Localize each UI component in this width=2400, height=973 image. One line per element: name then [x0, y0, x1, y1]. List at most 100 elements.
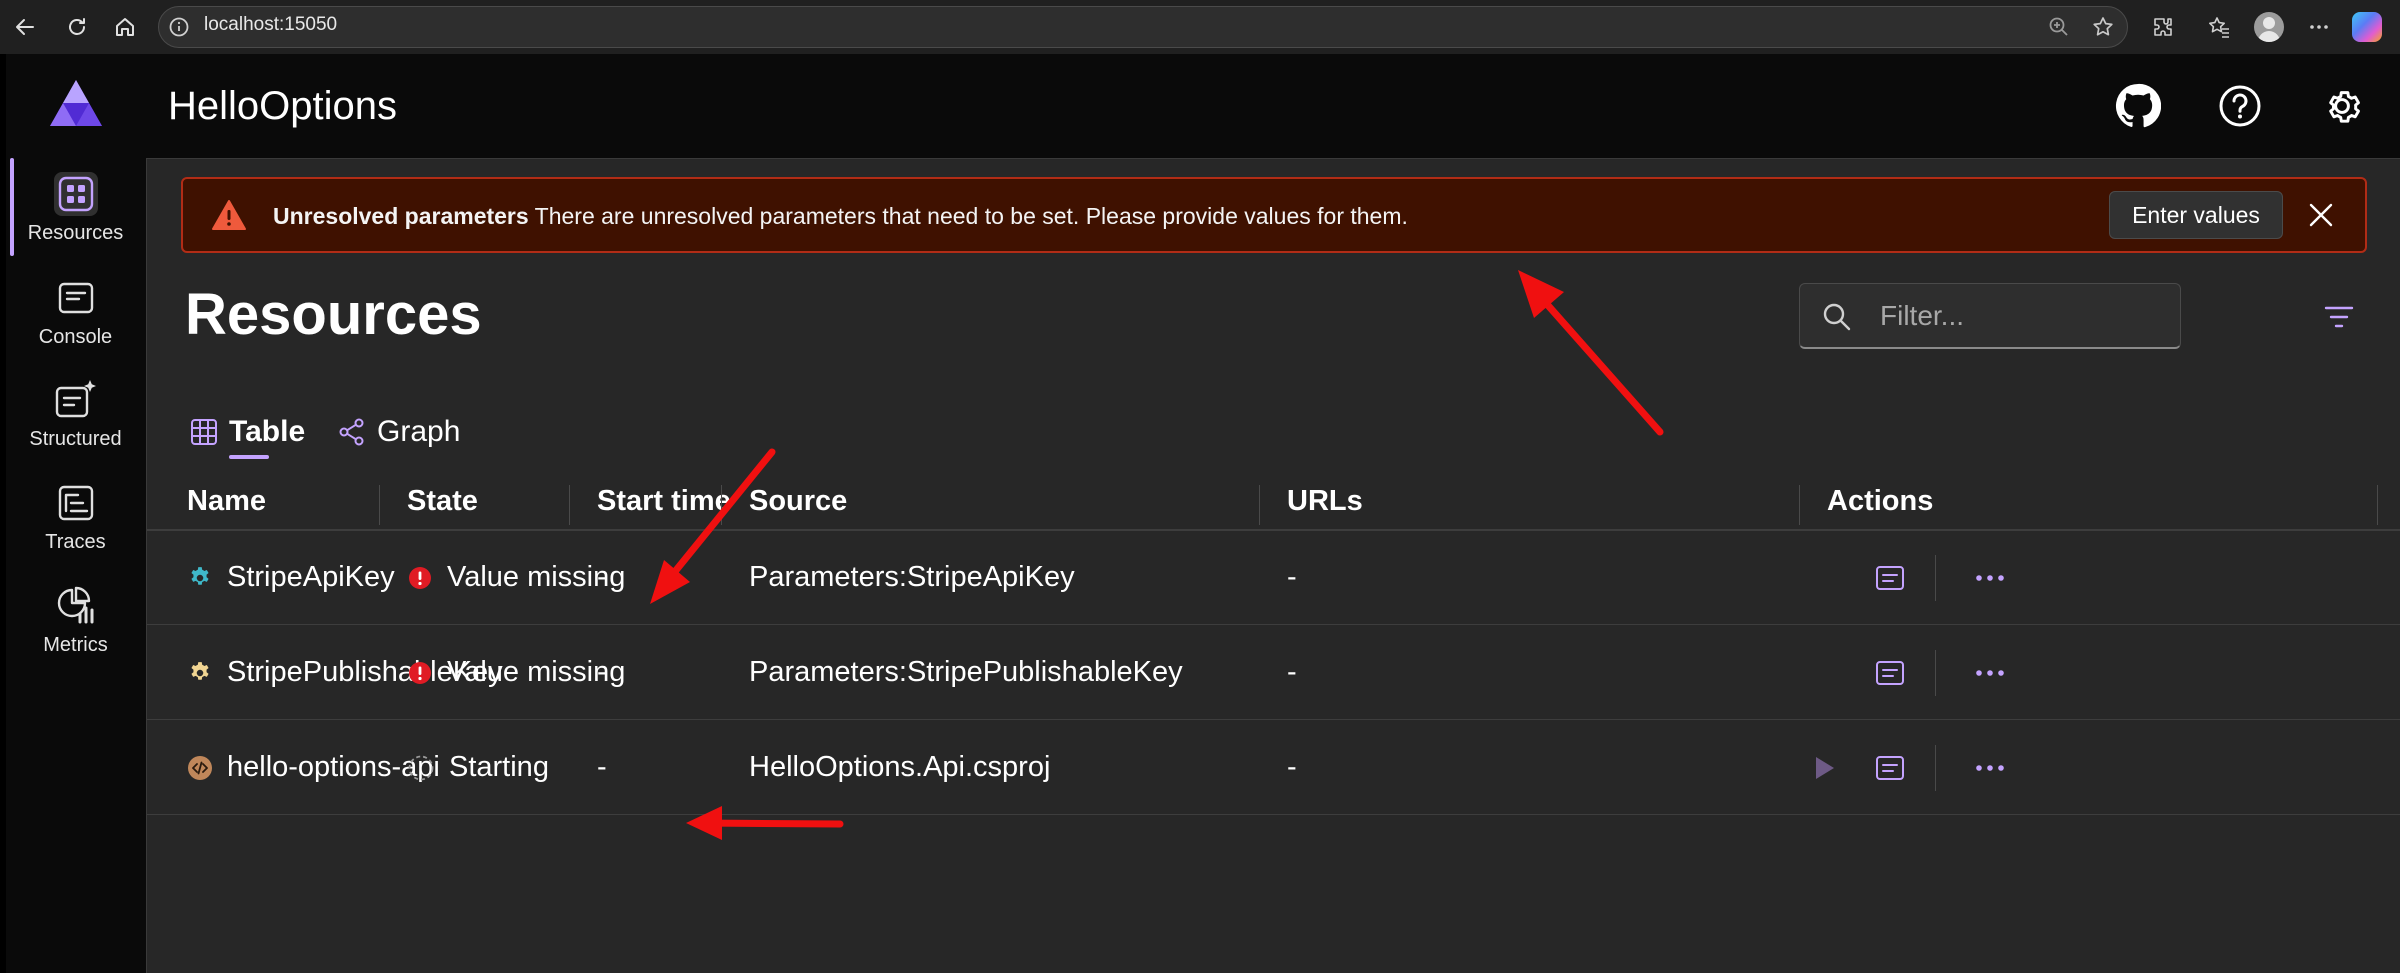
actions-divider — [1935, 555, 1936, 601]
actions-divider — [1935, 650, 1936, 696]
warning-icon — [211, 199, 247, 236]
page-title: Resources — [185, 282, 482, 347]
urls-cell: - — [1287, 561, 1297, 593]
table-row[interactable]: StripePublishableKey Value missing - Par… — [147, 626, 2400, 720]
url-text[interactable]: localhost:15050 — [204, 14, 337, 36]
nav-label: Traces — [45, 531, 106, 553]
nav-label: Console — [38, 326, 113, 348]
banner-title: Unresolved parameters — [273, 203, 529, 229]
column-resize-handle[interactable] — [2377, 485, 2378, 525]
console-icon — [54, 276, 98, 320]
filter-field[interactable] — [1799, 283, 2181, 349]
start-time-cell: - — [597, 561, 607, 593]
copilot-icon[interactable] — [2352, 12, 2382, 42]
search-icon — [1822, 302, 1852, 337]
nav-label: Resources — [27, 222, 124, 244]
filter-options-icon[interactable] — [2321, 299, 2357, 335]
unresolved-parameters-banner: Unresolved parameters There are unresolv… — [181, 177, 2367, 253]
column-resize-handle[interactable] — [721, 485, 722, 525]
console-logs-icon[interactable] — [1873, 751, 1907, 785]
site-info-icon[interactable] — [168, 16, 190, 43]
resources-icon — [53, 172, 98, 216]
filter-input[interactable] — [1880, 296, 2170, 336]
column-resize-handle[interactable] — [1259, 485, 1260, 525]
more-actions-icon[interactable] — [1973, 751, 2007, 785]
enter-values-button[interactable]: Enter values — [2109, 191, 2283, 239]
nav-item-traces[interactable]: Traces — [6, 475, 145, 575]
more-actions-icon[interactable] — [1973, 656, 2007, 690]
spinner-icon — [407, 754, 435, 782]
urls-cell: - — [1287, 656, 1297, 688]
column-header-state[interactable]: State — [407, 485, 478, 518]
reload-icon[interactable] — [60, 10, 94, 44]
github-icon[interactable] — [2110, 78, 2166, 134]
app-title: HelloOptions — [168, 84, 398, 128]
close-icon[interactable] — [2303, 197, 2339, 233]
banner-message: Unresolved parameters There are unresolv… — [273, 203, 1408, 230]
resource-name-cell[interactable]: StripeApiKey — [187, 561, 395, 594]
nav-item-resources[interactable]: Resources — [6, 166, 145, 266]
column-header-source[interactable]: Source — [749, 485, 847, 518]
gear-icon — [187, 660, 213, 686]
state-cell: Value missing — [407, 561, 625, 594]
favorites-collection-icon[interactable] — [2204, 12, 2234, 42]
table-row[interactable]: hello-options-api Starting - HelloOption… — [147, 721, 2400, 815]
aspire-logo-icon[interactable] — [48, 78, 104, 128]
start-play-icon[interactable] — [1807, 751, 1841, 785]
actions-divider — [1935, 745, 1936, 791]
banner-body: There are unresolved parameters that nee… — [534, 203, 1408, 229]
state-cell: Value missing — [407, 656, 625, 689]
home-icon[interactable] — [108, 10, 142, 44]
structured-logs-icon — [54, 378, 98, 422]
console-logs-icon[interactable] — [1873, 561, 1907, 595]
resource-name-cell[interactable]: hello-options-api — [187, 751, 440, 784]
tab-label: Graph — [377, 415, 461, 448]
state-text: Starting — [449, 751, 549, 783]
urls-cell: - — [1287, 751, 1297, 783]
error-icon — [407, 660, 433, 686]
column-header-start-time[interactable]: Start time — [597, 485, 731, 518]
tab-graph[interactable]: Graph — [337, 407, 460, 457]
gear-icon — [187, 565, 213, 591]
main-content: Unresolved parameters There are unresolv… — [146, 158, 2400, 973]
side-navigation: Resources Console Structured Traces Metr — [6, 54, 145, 973]
nav-item-structured[interactable]: Structured — [6, 372, 145, 472]
traces-icon — [54, 481, 98, 525]
nav-label: Structured — [29, 428, 122, 450]
tab-table[interactable]: Table — [189, 407, 305, 457]
more-actions-icon[interactable] — [1973, 561, 2007, 595]
start-time-cell: - — [597, 656, 607, 688]
console-logs-icon[interactable] — [1873, 656, 1907, 690]
nav-item-metrics[interactable]: Metrics — [6, 578, 145, 678]
favorite-star-icon[interactable] — [2088, 12, 2118, 42]
nav-label: Metrics — [43, 634, 108, 656]
project-icon — [187, 755, 213, 781]
settings-gear-icon[interactable] — [2314, 78, 2370, 134]
extensions-icon[interactable] — [2148, 12, 2178, 42]
state-cell: Starting — [407, 751, 549, 784]
nav-item-console[interactable]: Console — [6, 270, 145, 370]
zoom-icon[interactable] — [2044, 12, 2074, 42]
start-time-cell: - — [597, 751, 607, 783]
browser-toolbar: localhost:15050 — [0, 0, 2400, 54]
source-cell: Parameters:StripeApiKey — [749, 561, 1075, 593]
dashboard-app: Resources Console Structured Traces Metr — [6, 54, 2400, 973]
column-header-name[interactable]: Name — [187, 485, 266, 518]
column-header-urls[interactable]: URLs — [1287, 485, 1363, 518]
column-resize-handle[interactable] — [1799, 485, 1800, 525]
table-row[interactable]: StripeApiKey Value missing - Parameters:… — [147, 531, 2400, 625]
profile-avatar[interactable] — [2254, 12, 2284, 42]
graph-share-icon — [337, 417, 367, 447]
more-menu-icon[interactable] — [2304, 12, 2334, 42]
resource-name: StripeApiKey — [227, 561, 395, 593]
back-arrow-icon[interactable] — [8, 10, 42, 44]
column-resize-handle[interactable] — [569, 485, 570, 525]
column-header-actions: Actions — [1827, 485, 1934, 517]
metrics-icon — [54, 584, 98, 628]
active-tab-indicator — [229, 455, 269, 459]
help-icon[interactable] — [2212, 78, 2268, 134]
error-icon — [407, 565, 433, 591]
address-bar[interactable] — [158, 6, 2128, 48]
column-resize-handle[interactable] — [379, 485, 380, 525]
table-grid-icon — [189, 417, 219, 447]
